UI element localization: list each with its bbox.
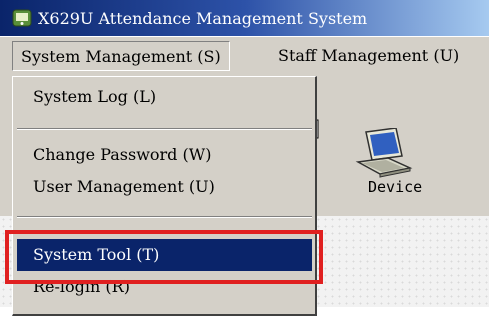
laptop-icon[interactable]	[352, 128, 414, 180]
window-title: X629U Attendance Management System	[38, 8, 368, 28]
menu-staff-management[interactable]: Staff Management (U)	[278, 41, 459, 71]
menu-bar: System Management (S) Staff Management (…	[0, 36, 489, 76]
menu-item-user-management[interactable]: User Management (U)	[17, 171, 312, 203]
menu-item-system-tool[interactable]: System Tool (T)	[17, 239, 312, 271]
menu-item-change-password[interactable]: Change Password (W)	[17, 139, 312, 171]
menu-item-system-log[interactable]: System Log (L)	[17, 81, 312, 113]
app-icon	[12, 9, 32, 27]
system-management-dropdown: System Log (L) Change Password (W) User …	[12, 76, 317, 316]
menu-item-re-login[interactable]: Re-login (R)	[17, 271, 312, 303]
menu-system-management[interactable]: System Management (S)	[12, 41, 230, 71]
device-label[interactable]: Device	[368, 178, 422, 196]
menu-separator	[17, 216, 312, 218]
title-bar: X629U Attendance Management System	[0, 0, 489, 36]
menu-separator	[17, 128, 312, 130]
